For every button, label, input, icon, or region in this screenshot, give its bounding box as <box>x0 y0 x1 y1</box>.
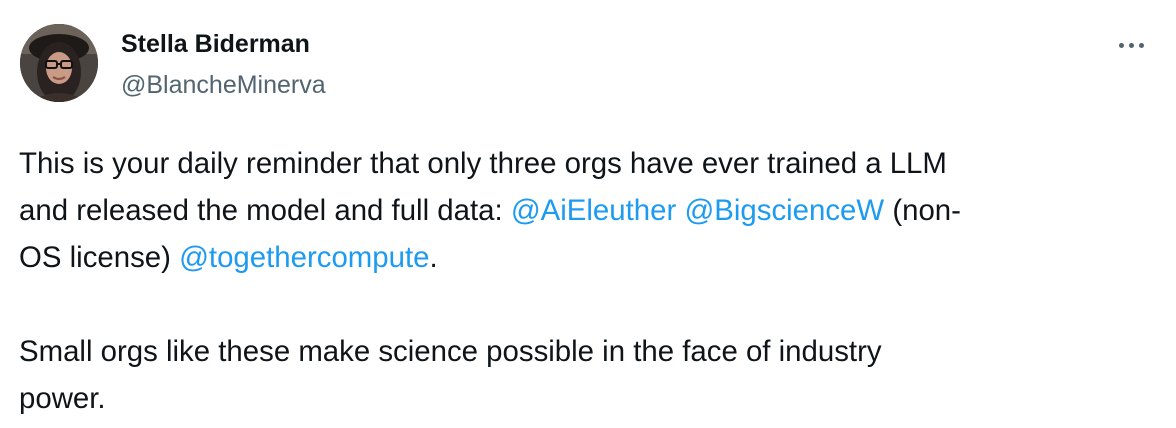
tweet-text-segment: and released the model and full data: <box>19 194 511 227</box>
tweet-line: Small orgs like these make science possi… <box>19 335 882 368</box>
mention-link-togethercompute[interactable]: @togethercompute <box>179 241 429 274</box>
mention-link-bigsciencew[interactable]: @BigscienceW <box>684 194 884 227</box>
author-name[interactable]: Stella Biderman <box>121 28 310 60</box>
tweet-text-segment: OS license) <box>19 241 180 274</box>
more-horizontal-icon-dot <box>1138 42 1144 48</box>
tweet-text: This is your daily reminder that only th… <box>19 140 1159 422</box>
tweet-text-segment: . <box>429 241 438 274</box>
tweet-line: power. <box>19 382 106 415</box>
more-options-button[interactable] <box>1108 30 1154 60</box>
more-horizontal-icon <box>1118 42 1124 48</box>
tweet-line: OS license) @togethercompute. <box>19 234 1159 281</box>
author-handle[interactable]: @BlancheMinerva <box>121 69 326 101</box>
avatar[interactable] <box>20 24 98 102</box>
tweet-text-segment: (non- <box>884 194 961 227</box>
mention-link-aieleuther[interactable]: @AiEleuther <box>511 194 676 227</box>
tweet-line: and released the model and full data: @A… <box>19 187 1159 234</box>
tweet-card: Stella Biderman @BlancheMinerva This is … <box>0 0 1176 428</box>
tweet-line: This is your daily reminder that only th… <box>19 147 947 180</box>
more-horizontal-icon-dot <box>1128 42 1134 48</box>
